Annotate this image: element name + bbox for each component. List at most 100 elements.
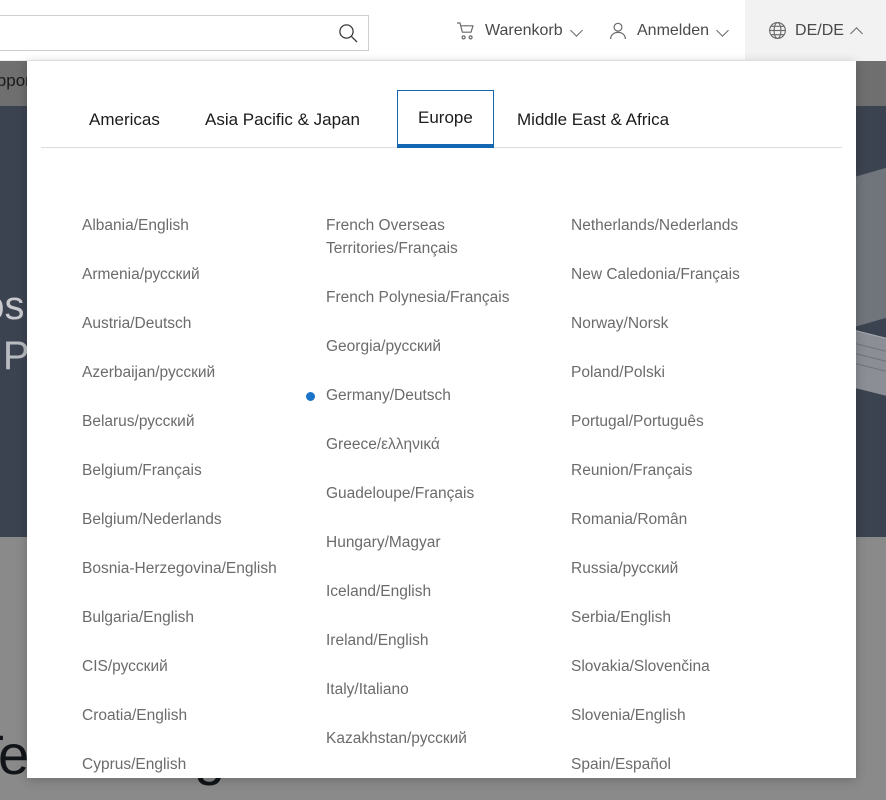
locale-item[interactable]: Ireland/English bbox=[326, 629, 531, 652]
tab-middle-east-africa[interactable]: Middle East & Africa bbox=[497, 92, 689, 148]
locale-item[interactable]: Belarus/русский bbox=[82, 410, 287, 433]
cart-label: Warenkorb bbox=[485, 22, 563, 40]
locale-item[interactable]: Netherlands/Nederlands bbox=[571, 214, 786, 237]
locale-item-label: Bulgaria/English bbox=[82, 609, 194, 626]
locale-item-label: Georgia/русский bbox=[326, 338, 441, 355]
locale-item[interactable]: Russia/русский bbox=[571, 557, 786, 580]
locale-item[interactable]: Belgium/Français bbox=[82, 459, 287, 482]
locale-column-3: Netherlands/Nederlands New Caledonia/Fran… bbox=[571, 214, 856, 778]
locale-item[interactable]: Slovenia/English bbox=[571, 704, 786, 727]
locale-item-label: Reunion/Français bbox=[571, 462, 692, 479]
locale-item-label: Belgium/Nederlands bbox=[82, 511, 222, 528]
locale-item-label: New Caledonia/Français bbox=[571, 266, 740, 283]
user-icon bbox=[608, 21, 628, 41]
region-tabs: Americas Asia Pacific & Japan Europe Mid… bbox=[41, 75, 842, 148]
locale-item[interactable]: Kazakhstan/русский bbox=[326, 727, 531, 750]
locale-item[interactable]: Guadeloupe/Français bbox=[326, 482, 531, 505]
tab-label: Asia Pacific & Japan bbox=[205, 110, 360, 130]
locale-item[interactable]: Bosnia-Herzegovina/English bbox=[82, 557, 287, 580]
locale-item-label: Cyprus/English bbox=[82, 756, 186, 773]
locale-item-label: Guadeloupe/Français bbox=[326, 485, 474, 502]
locale-item-label: Slovenia/English bbox=[571, 707, 686, 724]
locale-item-label: Serbia/English bbox=[571, 609, 671, 626]
locale-column-2: French Overseas Territories/Français Fren… bbox=[299, 214, 571, 778]
cart-menu-button[interactable]: Warenkorb bbox=[444, 0, 595, 61]
locale-item[interactable]: Albania/English bbox=[82, 214, 287, 237]
locale-item-label: Italy/Italiano bbox=[326, 681, 409, 698]
locale-item[interactable]: Armenia/русский bbox=[82, 263, 287, 286]
locale-item-label: CIS/русский bbox=[82, 658, 168, 675]
signin-menu-button[interactable]: Anmelden bbox=[596, 0, 741, 61]
locale-item[interactable]: Reunion/Français bbox=[571, 459, 786, 482]
locale-item[interactable]: Bulgaria/English bbox=[82, 606, 287, 629]
locale-item[interactable]: Kyrgyzstan/русский bbox=[326, 776, 531, 778]
locale-item-label: Belarus/русский bbox=[82, 413, 194, 430]
locale-columns: Albania/English Armenia/русский Austria/De… bbox=[27, 166, 856, 778]
locale-item-label: Kazakhstan/русский bbox=[326, 730, 467, 747]
locale-item[interactable]: Portugal/Português bbox=[571, 410, 786, 433]
locale-item[interactable]: Serbia/English bbox=[571, 606, 786, 629]
shopping-cart-icon bbox=[456, 21, 476, 41]
locale-item-label: Netherlands/Nederlands bbox=[571, 217, 738, 234]
locale-item-label: Albania/English bbox=[82, 217, 189, 234]
locale-item-label: Bosnia-Herzegovina/English bbox=[82, 560, 277, 577]
tab-americas[interactable]: Americas bbox=[69, 92, 180, 148]
tab-label: Europe bbox=[418, 108, 473, 128]
search-box[interactable] bbox=[0, 15, 369, 51]
locale-item[interactable]: Iceland/English bbox=[326, 580, 531, 603]
locale-item[interactable]: Germany/Deutsch bbox=[326, 384, 531, 407]
locale-item-label: Germany/Deutsch bbox=[326, 387, 451, 404]
tab-label: Americas bbox=[89, 110, 160, 130]
locale-item[interactable]: French Overseas Territories/Français bbox=[326, 214, 531, 260]
locale-item[interactable]: Poland/Polski bbox=[571, 361, 786, 384]
locale-column-1: Albania/English Armenia/русский Austria/De… bbox=[27, 214, 299, 778]
globe-icon bbox=[768, 21, 787, 40]
locale-item-label: Greece/ελληνικά bbox=[326, 436, 440, 453]
chevron-down-icon bbox=[572, 25, 583, 36]
search-input[interactable] bbox=[0, 16, 324, 50]
signin-label: Anmelden bbox=[637, 22, 709, 40]
locale-item[interactable]: Georgia/русский bbox=[326, 335, 531, 358]
locale-label: DE/DE bbox=[795, 22, 844, 40]
locale-item-label: French Polynesia/Français bbox=[326, 289, 510, 306]
locale-item-label: French Overseas Territories/Français bbox=[326, 217, 458, 257]
locale-item-label: Slovakia/Slovenčina bbox=[571, 658, 710, 675]
locale-item[interactable]: French Polynesia/Français bbox=[326, 286, 531, 309]
locale-item-label: Russia/русский bbox=[571, 560, 678, 577]
locale-selector-panel: Americas Asia Pacific & Japan Europe Mid… bbox=[27, 61, 856, 778]
locale-item[interactable]: Belgium/Nederlands bbox=[82, 508, 287, 531]
locale-item[interactable]: Austria/Deutsch bbox=[82, 312, 287, 335]
locale-menu-button[interactable]: DE/DE bbox=[745, 0, 886, 61]
locale-item-label: Austria/Deutsch bbox=[82, 315, 191, 332]
locale-item[interactable]: Cyprus/English bbox=[82, 753, 287, 776]
locale-item[interactable]: Hungary/Magyar bbox=[326, 531, 531, 554]
locale-item-label: Spain/Español bbox=[571, 756, 671, 773]
locale-item-label: Iceland/English bbox=[326, 583, 431, 600]
locale-item[interactable]: Azerbaijan/русский bbox=[82, 361, 287, 384]
locale-item[interactable]: CIS/русский bbox=[82, 655, 287, 678]
locale-item[interactable]: Romania/Român bbox=[571, 508, 786, 531]
locale-item-label: Belgium/Français bbox=[82, 462, 202, 479]
locale-item[interactable]: Spain/Español bbox=[571, 753, 786, 776]
tab-label: Middle East & Africa bbox=[517, 110, 669, 130]
locale-item[interactable]: Greece/ελληνικά bbox=[326, 433, 531, 456]
search-icon bbox=[337, 22, 359, 44]
search-button[interactable] bbox=[332, 19, 364, 47]
locale-item-label: Ireland/English bbox=[326, 632, 429, 649]
site-header: Warenkorb Anmelden DE/DE bbox=[0, 0, 886, 61]
locale-item[interactable]: Italy/Italiano bbox=[326, 678, 531, 701]
locale-item-label: Portugal/Português bbox=[571, 413, 704, 430]
tab-europe[interactable]: Europe bbox=[397, 90, 494, 148]
locale-item-label: Croatia/English bbox=[82, 707, 187, 724]
tab-asia-pacific-japan[interactable]: Asia Pacific & Japan bbox=[185, 92, 380, 148]
locale-item[interactable]: Croatia/English bbox=[82, 704, 287, 727]
locale-item-label: Azerbaijan/русский bbox=[82, 364, 215, 381]
locale-item-label: Poland/Polski bbox=[571, 364, 665, 381]
locale-item-label: Hungary/Magyar bbox=[326, 534, 441, 551]
locale-item[interactable]: Slovakia/Slovenčina bbox=[571, 655, 786, 678]
locale-item[interactable]: New Caledonia/Français bbox=[571, 263, 786, 286]
locale-item[interactable]: Norway/Norsk bbox=[571, 312, 786, 335]
locale-item-label: Romania/Român bbox=[571, 511, 687, 528]
locale-item-label: Armenia/русский bbox=[82, 266, 200, 283]
locale-item-label: Norway/Norsk bbox=[571, 315, 668, 332]
